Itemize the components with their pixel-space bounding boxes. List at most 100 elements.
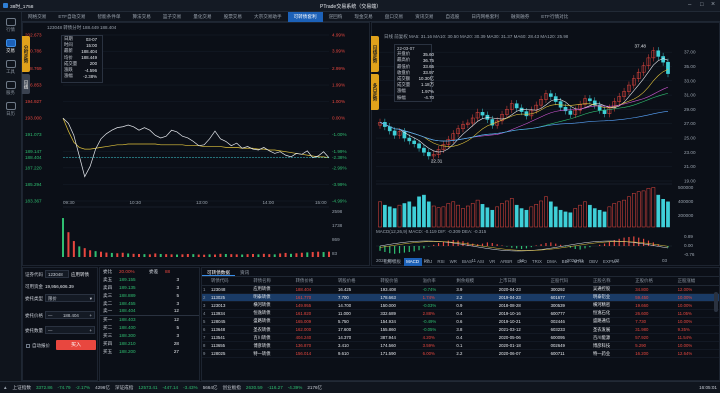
vtab-multiday[interactable]: 多日走势 [371, 74, 379, 110]
indicator-tab[interactable]: MACD [403, 258, 422, 266]
indicator-tab[interactable]: BIAS [459, 258, 474, 266]
table-row[interactable]: 6 113648 圣农转债 162.000 17.600 155.860 -0.05% 3.8… [202, 325, 719, 335]
candle-body[interactable] [666, 61, 670, 74]
candle-body[interactable] [480, 112, 485, 116]
candle-body[interactable] [417, 143, 421, 149]
indicator-tab[interactable]: RSI [435, 258, 447, 266]
vtab-intraday[interactable]: 分时走势 [22, 36, 30, 72]
indicator-tab[interactable]: KDJ [422, 258, 435, 266]
price-minus-button[interactable]: — [48, 312, 52, 318]
column-header[interactable]: 剩余规模 [455, 277, 498, 286]
book-level[interactable]: 卖二 188.455 3 [100, 300, 199, 308]
table-row[interactable]: 4 113934 恒逸转债 161.820 11.000 332.689 2.88% 0.4 2… [202, 309, 719, 318]
nav-tab[interactable]: 篮子交易 [157, 12, 187, 22]
price-type-select[interactable]: 限价 ▾ [45, 294, 95, 302]
book-level[interactable]: 卖一 188.404 12 [100, 307, 199, 315]
price-plus-button[interactable]: + [89, 312, 92, 318]
nav-tab[interactable]: 盘口交易 [379, 12, 409, 22]
column-header[interactable]: 转债价格 [294, 277, 337, 286]
book-level[interactable]: 买四 188.210 28 [100, 340, 199, 348]
column-header[interactable]: 正股涨幅 [676, 277, 719, 286]
price-stepper[interactable]: — 188.404 + [45, 311, 95, 319]
table-row[interactable]: 1 123048 应用转债 188.404 16.425 193.408 -0.74% 3.9… [202, 285, 719, 294]
candle-body[interactable] [602, 109, 607, 114]
table-scrollbar[interactable] [714, 292, 718, 312]
indicator-tab[interactable]: MTM [571, 258, 586, 266]
table-row[interactable]: 5 128045 盛路转债 165.009 5.750 154.934 -0.49% 0.6 2… [202, 317, 719, 326]
candle-body[interactable] [514, 103, 519, 109]
sidebar-item[interactable]: 日历 [0, 102, 21, 117]
price-input[interactable]: 188.404 [63, 312, 79, 318]
table-row[interactable]: 9 128025 特一转债 156.014 9.610 171.590 6.00% 2.2 20… [202, 349, 719, 359]
nav-tab[interactable]: 智能条件单 [91, 12, 126, 22]
candle-body[interactable] [392, 130, 397, 136]
table-row[interactable]: 7 113541 百川转债 404.240 14.370 387.944 4.20% 0.4 2… [202, 333, 719, 343]
indicator-tab[interactable]: EXPMA [601, 258, 621, 266]
column-header[interactable]: 正股名称 [591, 277, 635, 286]
nav-tab[interactable]: 日内网格套利 [465, 12, 505, 22]
column-header[interactable]: 转债代码 [210, 277, 253, 286]
auto-price-checkbox[interactable] [26, 344, 30, 348]
table-row[interactable]: 3 123013 横河转债 149.955 14.700 150.000 -0.03% 0.9… [202, 301, 719, 310]
book-level[interactable]: 买五 188.200 27 [100, 348, 199, 356]
code-input[interactable]: 123048 [45, 270, 69, 278]
indicator-tab[interactable]: OBV [586, 258, 600, 266]
indicator-tab[interactable]: DMA [544, 258, 559, 266]
nav-tab[interactable]: ETF行情对比 [535, 12, 574, 22]
column-header[interactable]: 转债名称 [252, 277, 295, 286]
qty-minus-button[interactable]: — [48, 327, 52, 333]
nav-tab[interactable]: 现金交易 [348, 12, 378, 22]
candle-body[interactable] [568, 110, 573, 115]
column-header[interactable]: 正股代码 [549, 277, 592, 286]
indicator-tab[interactable]: DPO [515, 258, 530, 266]
sidebar-item[interactable]: 行情 [0, 18, 21, 33]
book-level[interactable]: 买三 188.300 3 [100, 332, 199, 340]
candle-body[interactable] [422, 147, 426, 153]
nav-tab[interactable]: 大宗交易助手 [248, 12, 288, 22]
qty-plus-button[interactable]: + [89, 327, 92, 333]
column-header[interactable]: 溢价率 [421, 277, 456, 286]
table-row[interactable]: 2 113025 明泰转债 161.770 7.700 178.663 1.74% 2.2 20… [202, 293, 719, 302]
indicator-tab[interactable]: ARBR [498, 258, 515, 266]
nav-tab[interactable]: 网格交易 [22, 12, 52, 22]
candle-body[interactable] [524, 111, 529, 117]
indicator-tab[interactable]: TRIX [529, 258, 544, 266]
nav-tab[interactable]: 可转债套利 [287, 12, 323, 22]
nav-tab[interactable]: 股票交易 [218, 12, 248, 22]
nav-tab[interactable]: 逆回购 [323, 12, 349, 22]
book-level[interactable]: 买一 188.403 12 [100, 316, 199, 324]
column-header[interactable]: 正股价格 [634, 277, 677, 286]
book-level[interactable]: 卖三 188.889 5 [100, 292, 199, 300]
book-level[interactable]: 卖五 189.155 3 [100, 276, 199, 284]
nav-tab[interactable]: ETF自动交易 [52, 12, 91, 22]
vtab-daily[interactable]: 日线走势 [371, 36, 379, 72]
sidebar-item[interactable]: 工具 [0, 60, 21, 75]
indicator-tab[interactable]: BBI [559, 258, 571, 266]
bond-tab[interactable]: 资讯 [235, 268, 254, 276]
column-header[interactable]: 转股价格 [336, 277, 380, 286]
indicator-tab[interactable]: 指标模板 [381, 258, 404, 266]
close-icon[interactable]: × [711, 1, 715, 8]
vtab-daily-left[interactable]: 日线 [22, 74, 30, 94]
sidebar-item[interactable]: 服务 [0, 81, 21, 96]
candle-body[interactable] [426, 152, 431, 157]
candle-body[interactable] [407, 137, 412, 142]
candle-body[interactable] [558, 101, 563, 108]
book-level[interactable]: 卖四 189.135 3 [100, 284, 199, 292]
indicator-tab[interactable]: WR [447, 258, 459, 266]
table-row[interactable]: 8 113655 博彦转债 136.870 3.410 174.560 3.59% 0.1 20… [202, 341, 719, 351]
candle-body[interactable] [588, 98, 592, 102]
nav-tab[interactable]: 资讯交易 [409, 12, 439, 22]
qty-stepper[interactable]: — + [45, 326, 95, 334]
nav-tab[interactable]: 融资融券 [505, 12, 535, 22]
nav-tab[interactable]: 量化交易 [187, 12, 217, 22]
buy-button[interactable]: 买入 [56, 340, 96, 350]
column-header[interactable]: 上市日期 [497, 277, 550, 286]
maximize-icon[interactable]: □ [700, 2, 704, 8]
nav-tab[interactable]: 算法交易 [126, 12, 156, 22]
column-header[interactable]: 转股价值 [379, 277, 422, 286]
book-level[interactable]: 买二 188.400 5 [100, 324, 199, 332]
bond-tab[interactable]: 可转债数据 [202, 268, 235, 276]
indicator-tab[interactable]: VR [487, 258, 498, 266]
minimize-icon[interactable]: – [688, 2, 691, 8]
